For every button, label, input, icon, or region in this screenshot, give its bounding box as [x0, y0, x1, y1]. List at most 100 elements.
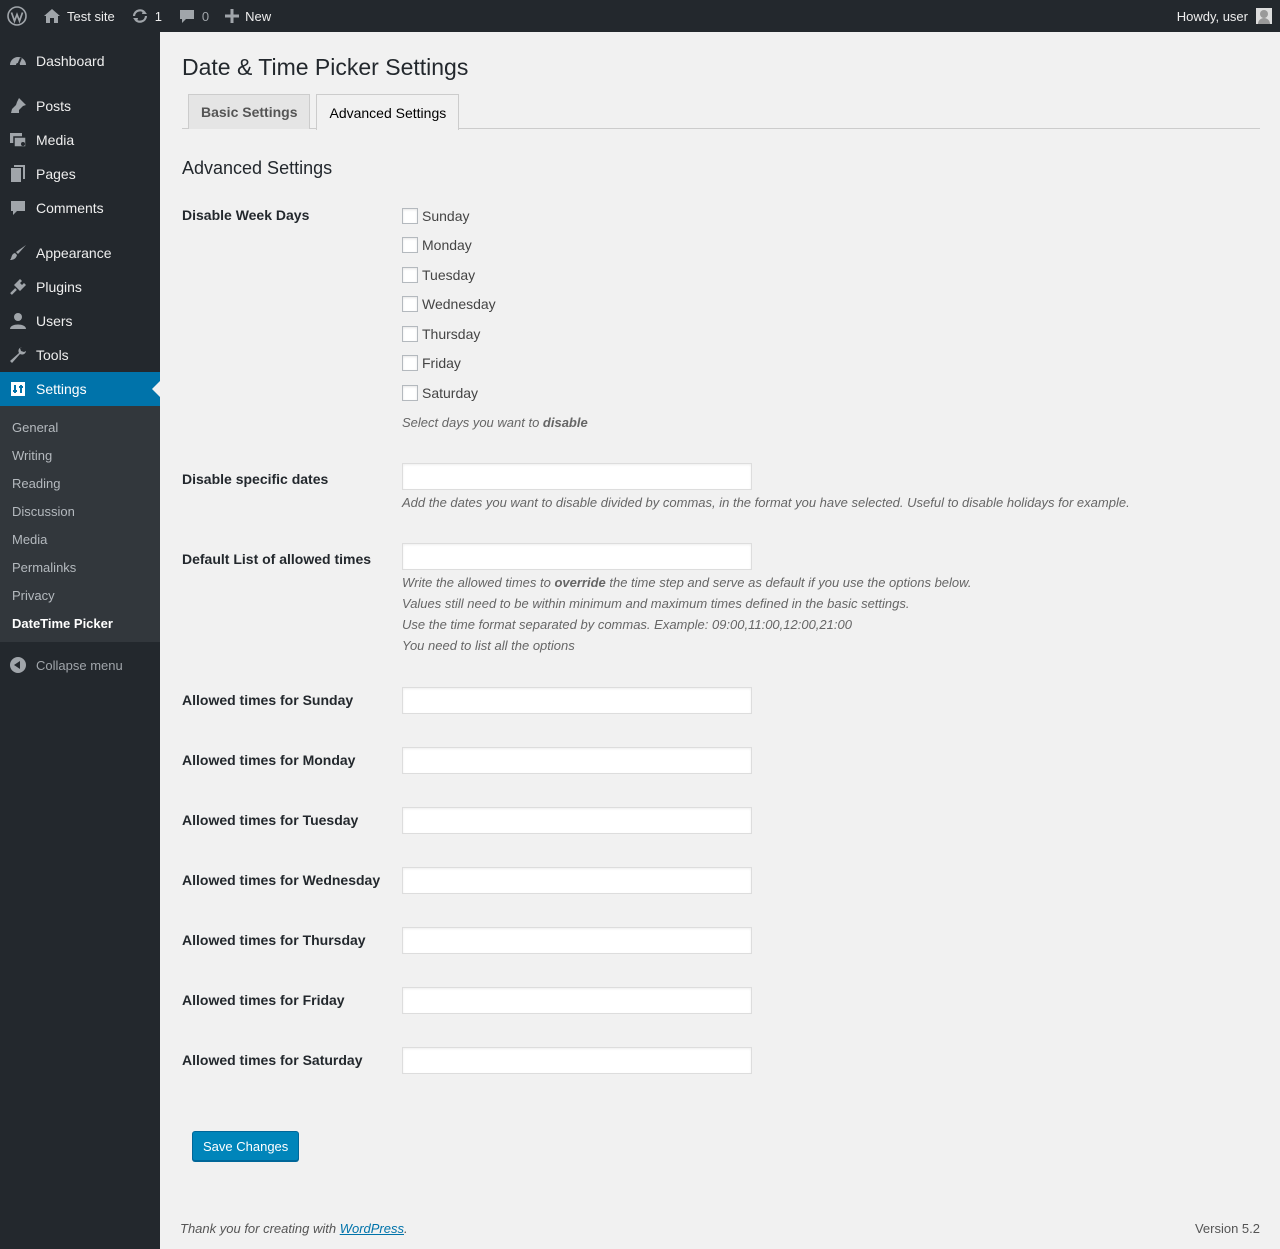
my-account-link[interactable]: Howdy, user [1177, 8, 1280, 24]
submenu-item-datetime-picker[interactable]: DateTime Picker [0, 609, 160, 637]
saturday-times-row: Allowed times for Saturday [182, 1046, 1260, 1074]
howdy-text: Howdy, user [1176, 8, 1248, 24]
footer-thanks: Thank you for creating with WordPress. [180, 1221, 408, 1236]
site-name-link[interactable]: Test site [35, 0, 123, 32]
submenu-item-media[interactable]: Media [0, 525, 160, 553]
submenu-item-writing[interactable]: Writing [0, 441, 160, 469]
sidebar-item-settings[interactable]: Settings [0, 372, 160, 406]
weekday-tuesday[interactable]: Tuesday [402, 260, 1260, 290]
weekday-saturday[interactable]: Saturday [402, 378, 1260, 408]
comments-count: 0 [201, 8, 210, 24]
submenu-item-general[interactable]: General [0, 413, 160, 441]
weekdays-desc-text: Select days you want to [402, 414, 543, 430]
admin-sidebar: Dashboard Posts Media Pages Comments App… [0, 32, 160, 1249]
weekday-label: Saturday [422, 384, 479, 401]
friday-times-input[interactable] [402, 986, 752, 1014]
updates-link[interactable]: 1 [123, 0, 170, 32]
wordpress-link[interactable]: WordPress [340, 1221, 404, 1236]
weekday-checkbox[interactable] [402, 237, 418, 254]
comment-icon [178, 8, 196, 24]
times-desc-text: You need to list all the options [402, 637, 575, 653]
tuesday-times-input[interactable] [402, 806, 752, 834]
sunday-times-label: Allowed times for Sunday [182, 691, 354, 708]
default-times-input[interactable] [402, 542, 752, 570]
footer-version: Version 5.2 [1194, 1221, 1260, 1236]
sidebar-item-appearance[interactable]: Appearance [0, 236, 160, 270]
weekday-checkbox[interactable] [402, 296, 418, 313]
weekday-label: Monday [422, 237, 472, 254]
pin-icon [8, 96, 28, 116]
weekdays-description: Select days you want to disable [402, 412, 1260, 433]
new-content-link[interactable]: New [217, 0, 279, 32]
weekday-sunday[interactable]: Sunday [402, 201, 1260, 231]
wrench-icon [8, 345, 28, 365]
weekday-label: Tuesday [422, 266, 476, 283]
settings-icon [8, 379, 28, 399]
times-label: Default List of allowed times [182, 550, 372, 567]
sunday-times-row: Allowed times for Sunday [182, 686, 1260, 714]
sidebar-item-users[interactable]: Users [0, 304, 160, 338]
footer-thanks-text: Thank you for creating with [180, 1221, 340, 1236]
sunday-times-input[interactable] [402, 686, 752, 714]
dates-description: Add the dates you want to disable divide… [402, 494, 1130, 510]
disable-dates-input[interactable] [402, 462, 752, 490]
times-desc-text: the time step and serve as default if yo… [605, 574, 972, 590]
collapse-menu-label: Collapse menu [36, 657, 123, 673]
sidebar-item-comments[interactable]: Comments [0, 191, 160, 225]
times-desc-text: Write the allowed times to [402, 574, 555, 590]
submenu-item-discussion[interactable]: Discussion [0, 497, 160, 525]
weekday-checkbox[interactable] [402, 355, 418, 372]
sidebar-item-label: Users [36, 313, 73, 329]
submenu-item-privacy[interactable]: Privacy [0, 581, 160, 609]
monday-times-row: Allowed times for Monday [182, 746, 1260, 774]
sidebar-item-plugins[interactable]: Plugins [0, 270, 160, 304]
wednesday-times-input[interactable] [402, 866, 752, 894]
weekday-label: Thursday [422, 325, 481, 342]
weekday-wednesday[interactable]: Wednesday [402, 290, 1260, 320]
weekday-checkbox[interactable] [402, 266, 418, 283]
save-changes-button[interactable]: Save Changes [192, 1131, 300, 1161]
weekday-monday[interactable]: Monday [402, 231, 1260, 261]
sidebar-item-label: Plugins [36, 279, 82, 295]
monday-times-input[interactable] [402, 746, 752, 774]
weekdays-row: Disable Week Days Sunday Monday Tuesday … [182, 201, 1260, 433]
weekday-label: Wednesday [422, 296, 496, 313]
weekday-checkbox[interactable] [402, 207, 418, 224]
thursday-times-input[interactable] [402, 926, 752, 954]
comments-link[interactable]: 0 [170, 0, 217, 32]
weekday-label: Friday [422, 355, 461, 372]
sidebar-item-label: Comments [36, 200, 104, 216]
comments-icon [8, 198, 28, 218]
plus-icon [225, 9, 240, 23]
admin-bar: Test site 1 0 New Howdy, user [0, 0, 1280, 32]
weekday-thursday[interactable]: Thursday [402, 319, 1260, 349]
times-desc-text: Values still need to be within minimum a… [402, 595, 910, 611]
sidebar-item-tools[interactable]: Tools [0, 338, 160, 372]
times-desc-text: Use the time format separated by commas.… [402, 616, 852, 632]
wordpress-logo-button[interactable] [0, 0, 35, 32]
weekday-friday[interactable]: Friday [402, 349, 1260, 379]
saturday-times-input[interactable] [402, 1046, 752, 1074]
settings-submenu: General Writing Reading Discussion Media… [0, 406, 160, 642]
weekday-checkbox[interactable] [402, 384, 418, 401]
sidebar-item-media[interactable]: Media [0, 123, 160, 157]
avatar [1256, 8, 1272, 24]
submenu-item-reading[interactable]: Reading [0, 469, 160, 497]
weekday-checkbox[interactable] [402, 325, 418, 342]
tab-basic-settings[interactable]: Basic Settings [188, 94, 311, 129]
sidebar-item-dashboard[interactable]: Dashboard [0, 44, 160, 78]
pages-icon [8, 164, 28, 184]
dates-row: Disable specific dates Add the dates you… [182, 462, 1260, 513]
thursday-times-label: Allowed times for Thursday [182, 931, 366, 948]
sidebar-item-label: Appearance [36, 245, 112, 261]
tab-advanced-settings[interactable]: Advanced Settings [316, 94, 460, 130]
submenu-item-permalinks[interactable]: Permalinks [0, 553, 160, 581]
sidebar-item-label: Pages [36, 166, 76, 182]
sidebar-item-label: Settings [36, 381, 87, 397]
times-row: Default List of allowed times Write the … [182, 542, 1260, 656]
new-label: New [245, 8, 272, 24]
sidebar-item-pages[interactable]: Pages [0, 157, 160, 191]
collapse-menu-button[interactable]: Collapse menu [0, 648, 160, 682]
sidebar-item-posts[interactable]: Posts [0, 89, 160, 123]
sidebar-item-label: Posts [36, 98, 72, 114]
